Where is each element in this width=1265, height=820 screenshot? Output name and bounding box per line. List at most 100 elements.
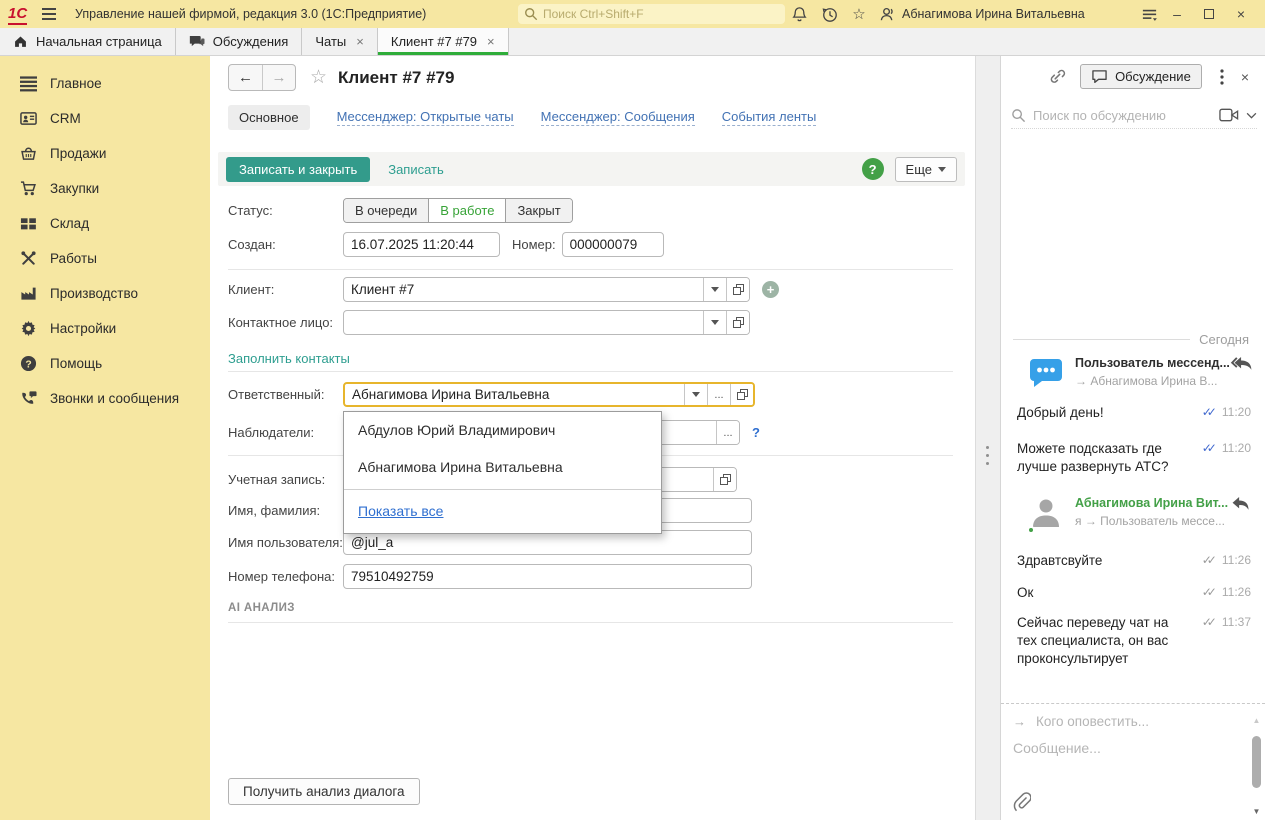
sidebar-item-calls[interactable]: Звонки и сообщения <box>0 381 210 416</box>
navtab-feed-events[interactable]: События ленты <box>721 109 817 126</box>
save-and-close-button[interactable]: Записать и закрыть <box>226 156 371 182</box>
reply-all-icon[interactable] <box>1230 356 1254 371</box>
client-dropdown-button[interactable] <box>703 278 726 301</box>
maximize-button[interactable] <box>1198 0 1220 28</box>
contact-dropdown-button[interactable] <box>703 311 726 334</box>
status-toggle-group: В очереди В работе Закрыт <box>343 198 573 223</box>
notify-input[interactable] <box>1036 714 1235 729</box>
user-icon[interactable] <box>876 0 898 28</box>
responsible-open-button[interactable] <box>730 384 753 405</box>
client-input[interactable] <box>344 278 703 301</box>
sidebar-item-production[interactable]: Производство <box>0 276 210 311</box>
dropdown-option[interactable]: Абдулов Юрий Владимирович <box>344 412 661 449</box>
tab-client[interactable]: Клиент #7 #79 × <box>377 28 509 55</box>
number-input[interactable] <box>562 233 663 256</box>
favorite-star-icon[interactable]: ☆ <box>310 66 327 89</box>
message-author[interactable]: Абнагимова Ирина Вит... <box>1075 496 1228 510</box>
video-call-icon[interactable] <box>1219 108 1239 122</box>
close-panel-icon[interactable]: × <box>1241 69 1249 85</box>
responsible-dropdown-button[interactable] <box>684 384 707 405</box>
tab-chats[interactable]: Чаты × <box>302 28 378 55</box>
ai-analysis-section-title: AI АНАЛИЗ <box>228 602 295 614</box>
sidebar-item-main[interactable]: Главное <box>0 66 210 101</box>
discussion-toggle-button[interactable]: Обсуждение <box>1080 64 1202 89</box>
watchers-choose-button[interactable]: ... <box>716 421 739 444</box>
current-user-name[interactable]: Абнагимова Ирина Витальевна <box>902 0 1085 28</box>
sidebar-item-crm[interactable]: CRM <box>0 101 210 136</box>
chat-message: Ок ✓✓ 11:26 <box>1017 585 1251 600</box>
get-dialog-analysis-button[interactable]: Получить анализ диалога <box>228 778 420 805</box>
favorites-star-icon[interactable]: ☆ <box>848 0 870 28</box>
close-window-button[interactable]: × <box>1230 0 1252 28</box>
discussion-search-input[interactable] <box>1033 107 1212 123</box>
back-button[interactable]: ← <box>229 65 262 90</box>
sidebar-item-warehouse[interactable]: Склад <box>0 206 210 241</box>
kebab-menu-icon[interactable] <box>1220 68 1224 85</box>
messenger-avatar-icon <box>1030 359 1062 387</box>
main-menu-icon[interactable] <box>42 0 56 28</box>
titlebar: 1С Управление нашей фирмой, редакция 3.0… <box>0 0 1265 28</box>
responsible-choose-button[interactable]: ... <box>707 384 730 405</box>
link-icon[interactable] <box>1048 68 1066 86</box>
watchers-help-icon[interactable]: ? <box>752 425 760 440</box>
minimize-button[interactable]: – <box>1166 0 1188 28</box>
show-all-link[interactable]: Показать все <box>344 490 661 533</box>
sidebar-item-sales[interactable]: Продажи <box>0 136 210 171</box>
status-option-queued[interactable]: В очереди <box>344 199 430 222</box>
sidebar-item-help[interactable]: ? Помощь <box>0 346 210 381</box>
forward-button[interactable]: → <box>262 65 295 90</box>
client-open-button[interactable] <box>726 278 749 301</box>
help-button[interactable]: ? <box>861 158 884 180</box>
message-input[interactable] <box>1013 740 1235 756</box>
client-form: ← → ☆ Клиент #7 #79 Основное Мессенджер:… <box>210 56 975 820</box>
more-button[interactable]: Еще <box>894 156 957 182</box>
contact-open-button[interactable] <box>726 311 749 334</box>
responsible-label: Ответственный: <box>228 387 325 402</box>
navtab-main[interactable]: Основное <box>228 105 310 130</box>
add-client-button[interactable]: + <box>762 281 779 298</box>
fill-contacts-link[interactable]: Заполнить контакты <box>228 351 350 366</box>
read-checks-icon: ✓✓ <box>1201 405 1217 419</box>
message-direction: я → Пользователь мессе... <box>1075 514 1225 528</box>
navtab-messages[interactable]: Мессенджер: Сообщения <box>540 109 695 126</box>
scrollbar[interactable]: ▲ ▼ <box>1250 716 1263 816</box>
tab-discussions[interactable]: Обсуждения <box>176 28 303 55</box>
read-checks-icon: ✓✓ <box>1201 585 1217 599</box>
read-checks-icon: ✓✓ <box>1201 615 1217 629</box>
sidebar-item-settings[interactable]: Настройки <box>0 311 210 346</box>
crm-icon <box>20 112 37 125</box>
dropdown-option[interactable]: Абнагимова Ирина Витальевна <box>344 449 661 486</box>
phone-input[interactable] <box>344 565 751 588</box>
date-divider: Сегодня <box>1013 332 1249 347</box>
discussion-search <box>1011 102 1257 129</box>
status-option-closed[interactable]: Закрыт <box>506 199 572 222</box>
account-open-button[interactable] <box>713 468 736 491</box>
attach-file-icon[interactable] <box>1013 792 1031 812</box>
created-input[interactable] <box>344 233 499 256</box>
sidebar-item-purchases[interactable]: Закупки <box>0 171 210 206</box>
history-icon[interactable] <box>818 0 840 28</box>
responsible-input[interactable] <box>345 384 684 405</box>
save-button[interactable]: Записать <box>388 162 444 177</box>
chevron-down-icon[interactable] <box>1246 112 1257 119</box>
panel-settings-icon[interactable] <box>1138 0 1160 28</box>
global-search-input[interactable] <box>543 7 779 21</box>
username-input[interactable] <box>344 531 751 554</box>
reply-icon[interactable] <box>1231 496 1251 511</box>
chat-message: Здравтсвуйте ✓✓ 11:26 <box>1017 553 1251 568</box>
navtab-open-chats[interactable]: Мессенджер: Открытые чаты <box>336 109 514 126</box>
panel-splitter[interactable] <box>975 56 1000 820</box>
scrollbar-thumb[interactable] <box>1252 736 1261 788</box>
message-author[interactable]: Пользователь мессенд... <box>1075 356 1230 370</box>
scroll-up-icon[interactable]: ▲ <box>1253 716 1261 725</box>
contact-input[interactable] <box>344 311 703 334</box>
tab-close-icon[interactable]: × <box>356 34 364 49</box>
sidebar-item-works[interactable]: Работы <box>0 241 210 276</box>
tab-close-icon[interactable]: × <box>487 34 495 49</box>
notifications-bell-icon[interactable] <box>788 0 810 28</box>
status-option-in-progress[interactable]: В работе <box>429 199 507 222</box>
scroll-down-icon[interactable]: ▼ <box>1253 807 1261 816</box>
tab-home[interactable]: Начальная страница <box>0 28 176 55</box>
splitter-handle-icon[interactable] <box>986 446 989 465</box>
global-search[interactable] <box>518 4 785 24</box>
